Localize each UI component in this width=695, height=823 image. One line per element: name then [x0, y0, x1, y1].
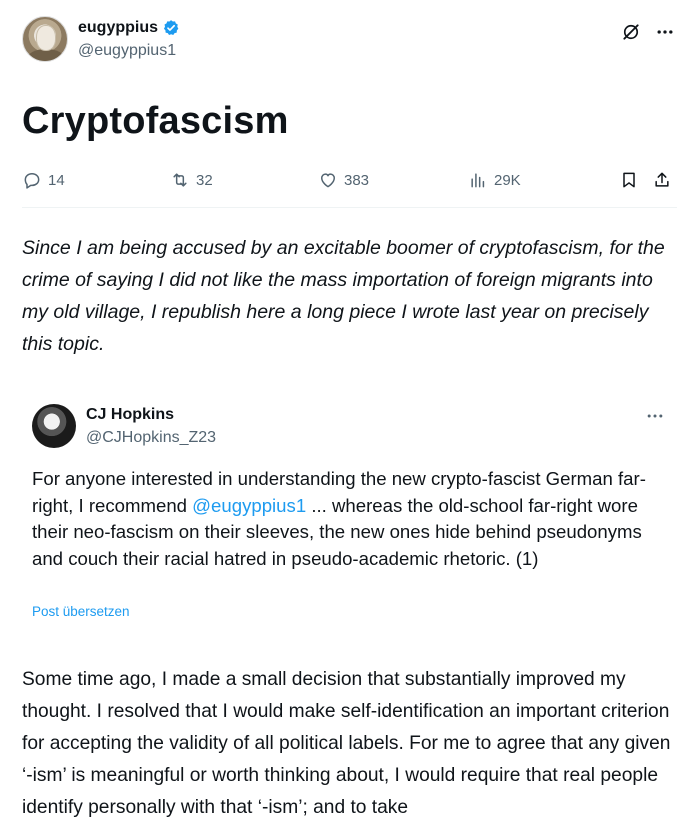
- author-avatar[interactable]: [22, 16, 68, 62]
- engagement-bar: 14 32 383 29K: [22, 168, 677, 194]
- translate-post-link[interactable]: Post übersetzen: [32, 604, 130, 619]
- post-header: eugyppius @eugyppius1: [22, 16, 677, 68]
- verified-badge-icon: [163, 20, 179, 36]
- quoted-post-text: For anyone interested in understanding t…: [32, 466, 672, 572]
- quoted-author-name[interactable]: CJ Hopkins: [86, 406, 174, 424]
- quoted-author-avatar[interactable]: [32, 404, 76, 448]
- share-icon: [655, 172, 669, 187]
- engagement-divider: [22, 207, 677, 208]
- reply-count: 14: [48, 171, 65, 189]
- more-options-icon[interactable]: [655, 22, 675, 42]
- share-button[interactable]: [652, 170, 672, 190]
- quoted-more-options-icon[interactable]: [645, 406, 665, 426]
- header-actions: [621, 22, 675, 42]
- intro-paragraph: Since I am being accused by an excitable…: [22, 237, 665, 355]
- bookmark-icon: [623, 172, 635, 188]
- reply-button[interactable]: 14: [22, 170, 65, 190]
- article-title: Cryptofascism: [22, 100, 289, 142]
- grok-icon[interactable]: [621, 22, 641, 42]
- author-name[interactable]: eugyppius: [78, 19, 158, 37]
- author-handle[interactable]: @eugyppius1: [78, 42, 176, 60]
- mention-link[interactable]: @eugyppius1: [192, 495, 306, 516]
- heart-icon: [321, 173, 335, 188]
- views-count: 29K: [494, 171, 521, 189]
- like-button[interactable]: 383: [318, 170, 369, 190]
- bookmark-button[interactable]: [619, 170, 639, 190]
- quoted-post[interactable]: CJ Hopkins @CJHopkins_Z23 For anyone int…: [22, 390, 677, 634]
- repost-icon: [173, 173, 187, 187]
- reply-icon: [24, 173, 40, 189]
- views-chart-icon: [471, 173, 485, 188]
- article-body-paragraph: Some time ago, I made a small decision t…: [22, 669, 671, 818]
- repost-button[interactable]: 32: [170, 170, 213, 190]
- avatar-face: [36, 25, 56, 51]
- author-name-row[interactable]: eugyppius: [78, 19, 180, 37]
- views-button[interactable]: 29K: [468, 170, 521, 190]
- repost-count: 32: [196, 171, 213, 189]
- quoted-author-handle[interactable]: @CJHopkins_Z23: [86, 429, 216, 447]
- like-count: 383: [344, 171, 370, 189]
